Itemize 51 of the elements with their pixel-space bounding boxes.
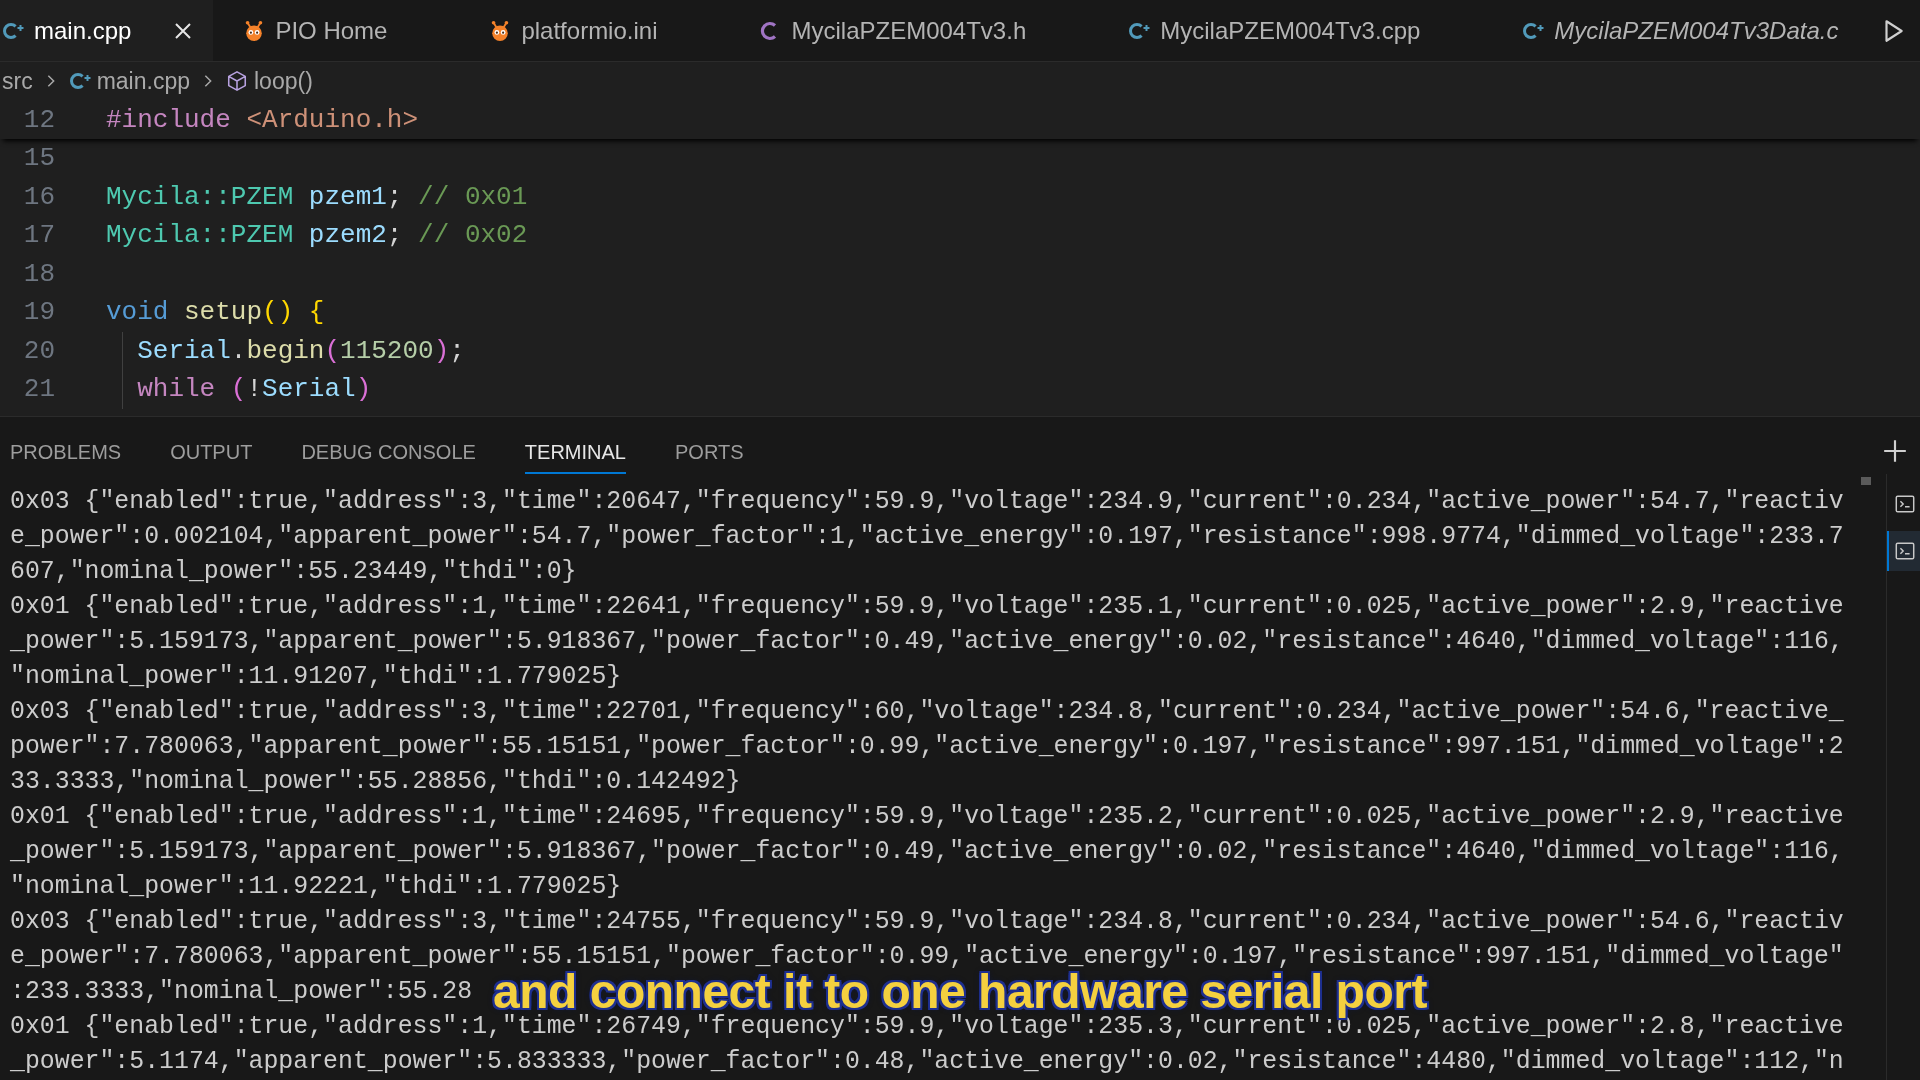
line-number: 16 <box>22 180 55 213</box>
code-line: Mycila::PZEM pzem1; // 0x01 <box>106 180 528 213</box>
breadcrumb-item[interactable]: src <box>2 67 33 95</box>
editor-tab[interactable]: platformio.ini <box>459 0 730 61</box>
breadcrumb-item[interactable]: loop() <box>226 67 313 95</box>
terminal-output-line: 0x03 {"enabled":true,"address":3,"time":22701,"frequency":60,"voltage":234.8,"current":0.234,"active_power":54.6,"reactive_ <box>10 696 1844 727</box>
terminal-output-line: 33.3333,"nominal_power":55.28856,"thdi":0.142492} <box>10 766 741 797</box>
code-line: Mycila::PZEM pzem2; // 0x02 <box>106 219 528 252</box>
terminal-output-line: 0x01 {"enabled":true,"address":1,"time":22641,"frequency":59.9,"voltage":235.1,"current":0.025,"active_power":2.9,"reactive <box>10 591 1844 622</box>
editor-tab[interactable]: MycilaPZEM004Tv3.cpp <box>1098 0 1493 61</box>
terminal-instance-button[interactable] <box>1887 531 1920 571</box>
terminal-output-line: "nominal_power":11.91207,"thdi":1.779025} <box>10 661 622 692</box>
panel-tab[interactable]: PROBLEMS <box>10 432 122 474</box>
line-number: 15 <box>22 142 55 175</box>
code-line: while (!Serial) <box>137 373 372 406</box>
terminal-output-line: power":7.780063,"apparent_power":55.15151,"power_factor":0.99,"active_energy":0.197,"resistance":997.151,"dimmed_voltage":2 <box>10 731 1844 762</box>
panel-tab[interactable]: OUTPUT <box>170 432 253 474</box>
terminal-output-line: :233.3333,"nominal_power":55.28 <box>10 976 473 1007</box>
plus-icon[interactable] <box>1882 437 1908 464</box>
editor-tab[interactable]: MycilaPZEM004Tv3.h <box>729 0 1099 61</box>
breadcrumb-item[interactable]: main.cpp <box>68 67 190 95</box>
panel-tab[interactable]: DEBUG CONSOLE <box>301 432 476 474</box>
terminal-output-line: _power":5.1174,"apparent_power":5.833333,"power_factor":0.48,"active_energy":0.02,"resistance":4480,"dimmed_voltage":112,"n <box>10 1046 1844 1077</box>
terminal-icon <box>1893 540 1916 562</box>
panel-tab[interactable]: TERMINAL <box>524 432 626 474</box>
terminal-output-line: e_power":0.002104,"apparent_power":54.7,"power_factor":1,"active_energy":0.197,"resistance":998.9774,"dimmed_voltage":233.7 <box>10 521 1844 552</box>
terminal-output-line: 607,"nominal_power":55.23449,"thdi":0} <box>10 556 577 587</box>
terminal-output-line: "nominal_power":11.92221,"thdi":1.779025} <box>10 871 622 902</box>
line-number: 21 <box>22 373 55 406</box>
editor-tab[interactable]: main.cpp <box>0 0 214 61</box>
line-number: 20 <box>22 334 55 367</box>
line-number: 17 <box>22 219 55 252</box>
terminal-icon <box>1893 493 1916 515</box>
scrollbar-thumb[interactable] <box>1861 477 1871 485</box>
terminal-output-line: e_power":7.780063,"apparent_power":55.15151,"power_factor":0.99,"active_energy":0.197,"resistance":997.151,"dimmed_voltage" <box>10 941 1844 972</box>
cpp-file-icon <box>68 70 91 92</box>
terminal-output-line: 0x03 {"enabled":true,"address":3,"time":24755,"frequency":59.9,"voltage":234.8,"current":0.234,"active_power":54.6,"reactiv <box>10 906 1844 937</box>
line-number: 12 <box>22 103 55 136</box>
terminal-output-line: _power":5.159173,"apparent_power":5.918367,"power_factor":0.49,"active_energy":0.02,"resistance":4640,"dimmed_voltage":116, <box>10 836 1844 867</box>
terminal-output-line: 0x03 {"enabled":true,"address":3,"time":20647,"frequency":59.9,"voltage":234.9,"current":0.234,"active_power":54.7,"reactiv <box>10 486 1844 517</box>
cube-icon <box>226 70 248 92</box>
terminal-output-line: 0x01 {"enabled":true,"address":1,"time":24695,"frequency":59.9,"voltage":235.2,"current":0.025,"active_power":2.9,"reactive <box>10 801 1844 832</box>
terminal-output-line: _power":5.159173,"apparent_power":5.918367,"power_factor":0.49,"active_energy":0.02,"resistance":4640,"dimmed_voltage":116, <box>10 626 1844 657</box>
code-line: void setup() { <box>106 296 325 329</box>
editor-tab[interactable]: PIO Home <box>213 0 460 61</box>
line-number: 18 <box>22 257 55 290</box>
code-line: Serial.begin(115200); <box>137 334 465 367</box>
panel-tab[interactable]: PORTS <box>675 432 744 474</box>
editor-tab[interactable]: MycilaPZEM004Tv3Data.c <box>1492 0 1839 61</box>
line-number: 19 <box>22 296 55 329</box>
code-line: #include <Arduino.h> <box>106 103 419 136</box>
